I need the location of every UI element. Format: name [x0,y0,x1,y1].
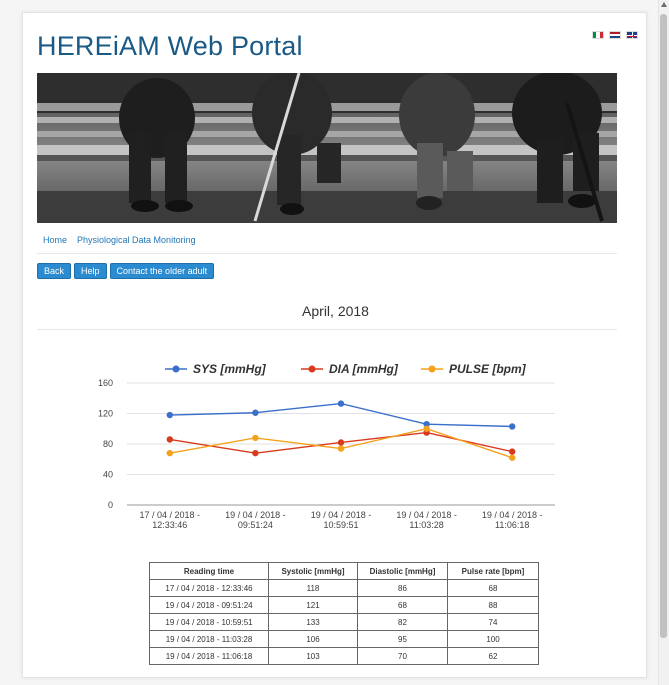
table-cell: 82 [357,613,448,631]
uk-flag-icon[interactable] [626,31,638,39]
table-row: 19 / 04 / 2018 - 09:51:24 121 68 88 [149,596,539,614]
legend-label: SYS [mmHg] [193,362,267,376]
x-tick-label: 19 / 04 / 2018 - [482,510,543,520]
x-tick-label: 17 / 04 / 2018 - [140,510,201,520]
netherlands-flag-icon[interactable] [609,31,621,39]
header-banner-image [37,73,617,223]
table-cell: 70 [357,647,448,665]
table-row: 19 / 04 / 2018 - 11:06:18 103 70 62 [149,647,539,665]
series-line [169,402,513,428]
month-divider [37,329,617,330]
contact-older-adult-button[interactable]: Contact the older adult [109,263,215,279]
column-header-pulse-rate: Pulse rate [bpm] [447,562,539,580]
month-heading: April, 2018 [302,303,369,319]
x-tick-label: 19 / 04 / 2018 - [225,510,286,520]
action-buttons: Back Help Contact the older adult [37,263,215,279]
breadcrumb-home-link[interactable]: Home [43,235,67,245]
data-point [166,411,173,419]
legend-marker [172,365,180,373]
data-point [252,409,259,416]
breadcrumb: Home Physiological Data Monitoring [43,235,196,245]
vertical-scrollbar[interactable] [658,0,669,685]
table-cell: 106 [268,630,358,648]
table-cell: 103 [268,647,358,665]
table-row: 19 / 04 / 2018 - 11:03:28 106 95 100 [149,630,539,648]
table-cell: 68 [357,596,448,614]
table-header-row: Reading time Systolic [mmHg] Diastolic [… [149,562,539,580]
y-tick-label: 160 [98,378,113,388]
table-cell: 62 [447,647,539,665]
table-cell: 121 [268,596,358,614]
column-header-diastolic: Diastolic [mmHg] [357,562,448,580]
x-tick-label: 11:03:28 [409,520,443,530]
legend-marker [308,365,316,373]
data-point [166,449,173,457]
legend-label: PULSE [bpm] [449,362,527,376]
data-point [337,400,345,407]
x-tick-label: 12:33:46 [152,520,187,530]
browser-viewport: HEREiAM Web Portal Home Physiological Da… [0,0,658,685]
data-point [509,448,516,455]
table-cell: 118 [268,579,358,597]
language-selector [592,31,638,39]
data-point [166,436,173,443]
x-tick-label: 09:51:24 [238,520,273,530]
table-cell: 74 [447,613,539,631]
scroll-up-arrow-icon[interactable] [661,2,667,7]
table-cell: 88 [447,596,539,614]
breadcrumb-physiological-data-link[interactable]: Physiological Data Monitoring [77,235,196,245]
x-tick-label: 19 / 04 / 2018 - [311,510,372,520]
table-cell: 19 / 04 / 2018 - 11:03:28 [149,630,269,648]
data-point [509,454,516,461]
data-point [337,439,345,446]
back-button[interactable]: Back [37,263,72,279]
column-header-reading-time: Reading time [149,562,269,580]
legend-marker [428,365,436,373]
table-row: 17 / 04 / 2018 - 12:33:46 118 86 68 [149,579,539,597]
page-container: HEREiAM Web Portal Home Physiological Da… [22,12,647,678]
x-tick-label: 10:59:51 [323,520,358,530]
y-tick-label: 120 [98,409,113,419]
vital-signs-line-chart: 0 40 80 120 160 17 / 04 / 2018 -12:33:46 19 / … [98,362,555,530]
table-cell: 86 [357,579,448,597]
table-cell: 19 / 04 / 2018 - 10:59:51 [149,613,269,631]
data-point [252,434,259,442]
table-cell: 68 [447,579,539,597]
column-header-systolic: Systolic [mmHg] [268,562,358,580]
x-tick-label: 19 / 04 / 2018 - [396,510,457,520]
legend-label: DIA [mmHg] [329,362,399,376]
scrollbar-thumb[interactable] [660,14,667,638]
table-cell: 19 / 04 / 2018 - 11:06:18 [149,647,269,665]
data-point [509,423,516,430]
readings-table: Reading time Systolic [mmHg] Diastolic [… [149,562,539,665]
table-cell: 19 / 04 / 2018 - 09:51:24 [149,596,269,614]
table-cell: 133 [268,613,358,631]
table-cell: 17 / 04 / 2018 - 12:33:46 [149,579,269,597]
page-title: HEREiAM Web Portal [37,31,303,61]
y-tick-label: 0 [108,500,113,510]
table-cell: 95 [357,630,448,648]
data-point [337,445,345,452]
italy-flag-icon[interactable] [592,31,604,39]
data-point [423,425,430,432]
y-tick-label: 80 [103,439,113,449]
table-cell: 100 [447,630,539,648]
data-point [252,449,259,457]
y-tick-label: 40 [103,470,113,480]
table-row: 19 / 04 / 2018 - 10:59:51 133 82 74 [149,613,539,631]
x-tick-label: 11:06:18 [495,520,529,530]
breadcrumb-divider [37,253,617,254]
help-button[interactable]: Help [74,263,107,279]
